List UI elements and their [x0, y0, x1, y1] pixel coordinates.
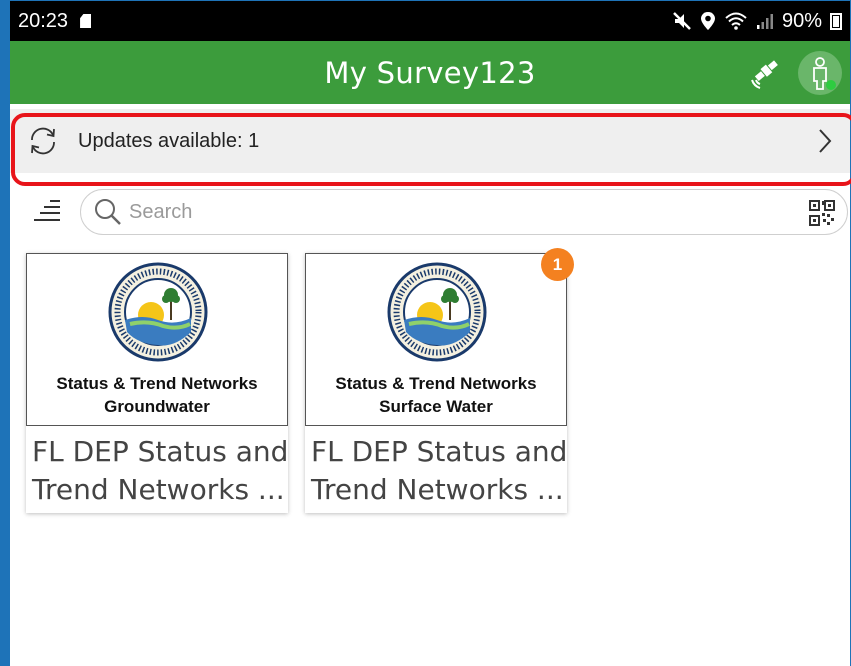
- updates-label: Updates available: 1: [78, 129, 260, 152]
- app-bar: My Survey123: [10, 41, 850, 104]
- chevron-right-icon: [819, 129, 832, 153]
- survey-card-surface-water[interactable]: 1 Status & Trend Networks Surface Water …: [305, 248, 574, 513]
- search-input[interactable]: Search: [80, 189, 848, 235]
- battery-icon: [830, 12, 842, 30]
- location-icon: [700, 12, 715, 30]
- wifi-icon: [725, 12, 747, 30]
- sort-icon[interactable]: [30, 194, 66, 230]
- survey-gallery: Status & Trend Networks Groundwater FL D…: [26, 248, 574, 513]
- fl-dep-seal-icon: [108, 262, 208, 362]
- thumbnail-line2: Surface Water: [379, 397, 493, 416]
- mute-icon: [673, 12, 691, 30]
- survey-name-line2: Trend Networks ...: [32, 473, 285, 506]
- qr-code-icon[interactable]: [809, 200, 835, 226]
- status-icons: 90%: [672, 10, 842, 33]
- fl-dep-seal-icon: [387, 262, 487, 362]
- user-icon: [813, 57, 836, 90]
- battery-percent: 90%: [781, 9, 822, 32]
- thumbnail-line1: Status & Trend Networks: [335, 374, 537, 393]
- update-badge: 1: [541, 248, 574, 281]
- survey-name-line1: FL DEP Status and: [32, 435, 288, 468]
- survey-name: FL DEP Status and Trend Networks ...: [26, 426, 288, 509]
- thumbnail-line1: Status & Trend Networks: [56, 374, 258, 393]
- search-icon: [95, 199, 121, 225]
- survey-name-line1: FL DEP Status and: [311, 435, 567, 468]
- thumbnail-line2: Groundwater: [104, 397, 210, 416]
- search-row: Search: [10, 186, 850, 238]
- status-time: 20:23: [18, 9, 69, 32]
- signal-icon: [756, 14, 773, 29]
- survey-card-groundwater[interactable]: Status & Trend Networks Groundwater FL D…: [26, 253, 288, 513]
- search-placeholder: Search: [129, 200, 193, 223]
- page-title: My Survey123: [324, 55, 536, 90]
- refresh-icon: [31, 127, 55, 155]
- profile-button[interactable]: [798, 51, 842, 95]
- status-bar: 20:23 90%: [10, 1, 850, 41]
- sdcard-icon: [80, 14, 92, 28]
- survey-name: FL DEP Status and Trend Networks ...: [305, 426, 567, 509]
- survey-name-line2: Trend Networks ...: [311, 473, 564, 506]
- updates-available-bar[interactable]: Updates available: 1: [10, 109, 850, 173]
- survey-thumbnail: Status & Trend Networks Surface Water: [305, 253, 567, 426]
- survey-thumbnail: Status & Trend Networks Groundwater: [26, 253, 288, 426]
- satellite-icon[interactable]: [748, 55, 784, 91]
